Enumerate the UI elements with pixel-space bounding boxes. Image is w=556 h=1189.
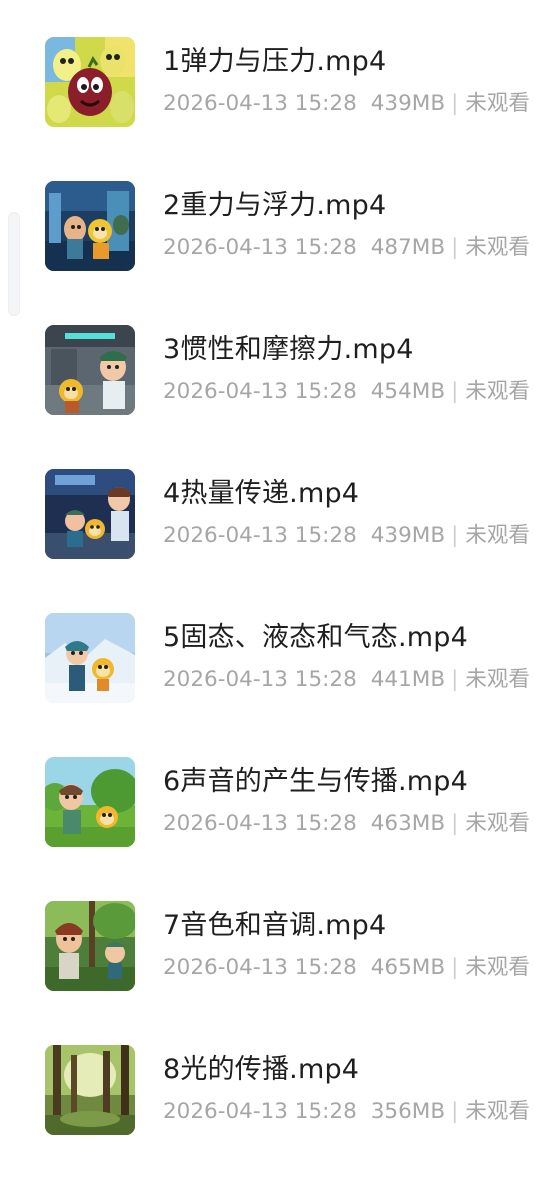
file-name: 5固态、液态和气态.mp4: [163, 622, 468, 653]
meta-divider: |: [451, 667, 459, 692]
file-size: 463MB: [370, 811, 446, 836]
video-thumbnail[interactable]: [45, 325, 135, 415]
file-date: 2026-04-13 15:28: [163, 523, 357, 548]
meta-divider: |: [451, 523, 459, 548]
file-list-item[interactable]: 1弹力与压力.mp4 2026-04-13 15:28 439MB | 未观看: [0, 37, 556, 181]
video-thumbnail[interactable]: [45, 37, 135, 127]
file-size: 439MB: [370, 91, 446, 116]
video-thumbnail[interactable]: [45, 757, 135, 847]
file-list-item[interactable]: 6声音的产生与传播.mp4 2026-04-13 15:28 463MB | 未观看: [0, 757, 556, 901]
file-name: 6声音的产生与传播.mp4: [163, 766, 468, 797]
file-date: 2026-04-13 15:28: [163, 91, 357, 116]
meta-divider: |: [451, 235, 459, 260]
file-date: 2026-04-13 15:28: [163, 379, 357, 404]
forest-characters-thumbnail-image: [45, 901, 135, 991]
video-thumbnail[interactable]: [45, 613, 135, 703]
corridor-scene-thumbnail-image: [45, 325, 135, 415]
watch-status: 未观看: [465, 523, 530, 548]
file-list-item[interactable]: 4热量传递.mp4 2026-04-13 15:28 439MB | 未观看: [0, 469, 556, 613]
file-list-item[interactable]: 8光的传播.mp4 2026-04-13 15:28 356MB | 未观看: [0, 1045, 556, 1189]
file-name: 2重力与浮力.mp4: [163, 190, 387, 221]
file-meta: 2026-04-13 15:28 439MB | 未观看: [163, 521, 530, 551]
cartoon-characters-thumbnail-image: [45, 37, 135, 127]
watch-status: 未观看: [465, 235, 530, 260]
meta-divider: |: [451, 91, 459, 116]
video-thumbnail[interactable]: [45, 1045, 135, 1135]
file-list-item[interactable]: 5固态、液态和气态.mp4 2026-04-13 15:28 441MB | 未观看: [0, 613, 556, 757]
forest-light-thumbnail-image: [45, 1045, 135, 1135]
file-size: 487MB: [370, 235, 446, 260]
video-thumbnail[interactable]: [45, 469, 135, 559]
file-size: 439MB: [370, 523, 446, 548]
file-date: 2026-04-13 15:28: [163, 811, 357, 836]
meta-divider: |: [451, 955, 459, 980]
file-size: 356MB: [370, 1099, 446, 1124]
file-date: 2026-04-13 15:28: [163, 667, 357, 692]
watch-status: 未观看: [465, 811, 530, 836]
file-date: 2026-04-13 15:28: [163, 955, 357, 980]
snow-scene-thumbnail-image: [45, 613, 135, 703]
video-file-list: 1弹力与压力.mp4 2026-04-13 15:28439MB|未观看: [0, 0, 556, 1168]
file-name: 4热量传递.mp4: [163, 478, 360, 509]
file-meta: 2026-04-13 15:28 439MB | 未观看: [163, 89, 530, 119]
watch-status: 未观看: [465, 955, 530, 980]
meta-divider: |: [451, 379, 459, 404]
file-size: 454MB: [370, 379, 446, 404]
file-meta: 2026-04-13 15:28 463MB | 未观看: [163, 809, 530, 839]
watch-status: 未观看: [465, 379, 530, 404]
file-size: 465MB: [370, 955, 446, 980]
file-list-item[interactable]: 3惯性和摩擦力.mp4 2026-04-13 15:28 454MB | 未观看: [0, 325, 556, 469]
file-meta: 2026-04-13 15:28 487MB | 未观看: [163, 233, 530, 263]
meta-divider: |: [451, 1099, 459, 1124]
file-name: 8光的传播.mp4: [163, 1054, 360, 1085]
file-size: 441MB: [370, 667, 446, 692]
file-date: 2026-04-13 15:28: [163, 235, 357, 260]
file-meta: 2026-04-13 15:28 356MB | 未观看: [163, 1097, 530, 1127]
file-name: 1弹力与压力.mp4: [163, 46, 387, 77]
meadow-scene-thumbnail-image: [45, 757, 135, 847]
indoor-scene-thumbnail-image: [45, 469, 135, 559]
file-list-item[interactable]: 2重力与浮力.mp4 2026-04-13 15:28 487MB | 未观看: [0, 181, 556, 325]
watch-status: 未观看: [465, 1099, 530, 1124]
watch-status: 未观看: [465, 667, 530, 692]
file-meta: 2026-04-13 15:28 441MB | 未观看: [163, 665, 530, 695]
file-date: 2026-04-13 15:28: [163, 1099, 357, 1124]
file-meta: 2026-04-13 15:28 465MB | 未观看: [163, 953, 530, 983]
file-list-item[interactable]: 7音色和音调.mp4 2026-04-13 15:28 465MB | 未观看: [0, 901, 556, 1045]
file-name: 7音色和音调.mp4: [163, 910, 387, 941]
lab-scene-thumbnail-image: [45, 181, 135, 271]
file-meta: 2026-04-13 15:28 454MB | 未观看: [163, 377, 530, 407]
watch-status: 未观看: [465, 91, 530, 116]
meta-divider: |: [451, 811, 459, 836]
video-thumbnail[interactable]: [45, 901, 135, 991]
video-thumbnail[interactable]: [45, 181, 135, 271]
file-name: 3惯性和摩擦力.mp4: [163, 334, 414, 365]
